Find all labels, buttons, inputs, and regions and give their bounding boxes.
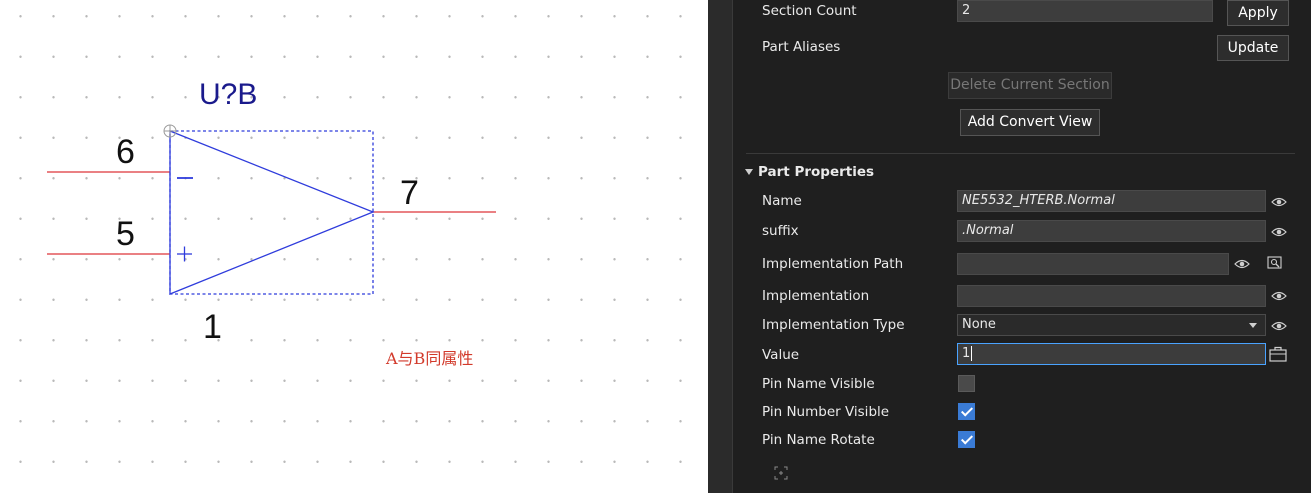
annotation-note[interactable]: A与B同属性 [385,349,473,368]
suffix-input[interactable]: .Normal [957,220,1266,242]
pin-number-visible-label: Pin Number Visible [762,404,890,420]
name-label: Name [762,193,802,209]
value-text: 1 [962,346,971,361]
collapse-triangle-icon[interactable] [745,169,753,175]
implementation-path-input[interactable] [957,253,1229,275]
reference-designator[interactable]: U?B [199,78,257,111]
add-convert-view-button[interactable]: Add Convert View [960,109,1100,136]
pin-number-7: 7 [400,174,419,212]
part-value-label[interactable]: 1 [203,308,222,346]
implementation-input[interactable] [957,285,1266,307]
delete-current-section-button[interactable]: Delete Current Section [948,72,1112,99]
suffix-visibility-eye-icon[interactable] [1271,226,1287,238]
pin-name-rotate-label: Pin Name Rotate [762,432,875,448]
name-visibility-eye-icon[interactable] [1271,196,1287,208]
section-divider [746,153,1295,154]
implementation-type-eye-icon[interactable] [1271,320,1287,332]
expand-icon[interactable] [774,466,788,480]
implementation-type-select[interactable]: None [957,314,1266,336]
pin-name-visible-checkbox[interactable] [958,375,975,392]
section-count-label: Section Count [762,3,857,19]
name-input[interactable]: NE5532_HTERB.Normal [957,190,1266,212]
update-button[interactable]: Update [1217,35,1289,61]
search-icon[interactable] [1267,256,1283,270]
opamp-body[interactable] [169,130,375,295]
pin-name-rotate-checkbox[interactable] [958,431,975,448]
pin-name-visible-label: Pin Name Visible [762,376,875,392]
implementation-path-label: Implementation Path [762,256,904,272]
schematic-canvas[interactable]: U?B 6 5 7 1 A与B同属性 [0,0,708,493]
value-input[interactable]: 1 [957,343,1266,365]
panel-gutter [708,0,733,493]
part-properties-header[interactable]: Part Properties [745,164,874,180]
pin-number-5: 5 [116,215,135,253]
origin-marker-icon [163,124,177,138]
pin-number-visible-checkbox[interactable] [958,403,975,420]
apply-button[interactable]: Apply [1227,0,1289,26]
dropdown-arrow-icon[interactable] [1249,323,1257,328]
section-count-input[interactable]: 2 [957,0,1213,22]
plus-symbol [177,246,192,262]
implementation-type-value: None [962,317,996,332]
selection-box[interactable] [169,130,374,295]
implementation-label: Implementation [762,288,870,304]
text-cursor [971,346,973,361]
implementation-path-eye-icon[interactable] [1234,258,1250,270]
implementation-type-label: Implementation Type [762,317,905,333]
part-properties-title: Part Properties [758,164,875,180]
property-panel: Section Count 2 Apply Part Aliases Updat… [708,0,1311,493]
briefcase-icon[interactable] [1269,346,1287,362]
value-label: Value [762,347,800,363]
suffix-label: suffix [762,223,799,239]
implementation-eye-icon[interactable] [1271,290,1287,302]
part-aliases-label: Part Aliases [762,39,841,55]
pin-number-6: 6 [116,133,135,171]
